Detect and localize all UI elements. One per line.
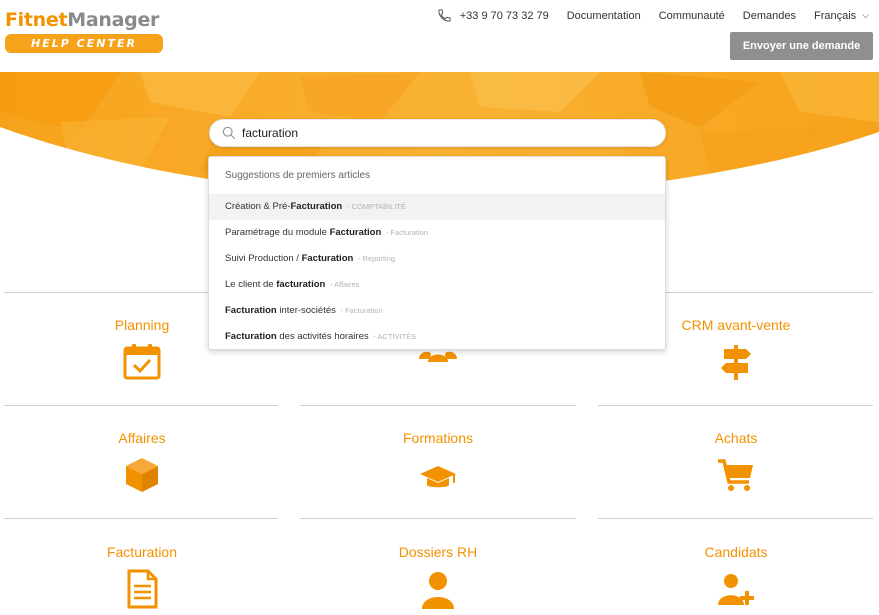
search-bar[interactable] — [209, 119, 666, 147]
suggestion-match: Facturation — [290, 201, 343, 212]
divider — [598, 405, 873, 406]
send-request-button[interactable]: Envoyer une demande — [730, 32, 873, 60]
suggestion-item[interactable]: Suivi Production / Facturation - Reporti… — [209, 246, 665, 272]
category-facturation[interactable]: Facturation — [4, 544, 280, 609]
category-dossiers-rh[interactable]: Dossiers RH — [300, 544, 576, 609]
nav-requests[interactable]: Demandes — [743, 10, 796, 22]
signpost-icon — [721, 345, 751, 380]
suggestion-match: facturation — [276, 279, 326, 290]
suggestion-category: - Affaires — [329, 280, 360, 289]
suggestion-text: inter-sociétés — [276, 305, 336, 316]
nav-community[interactable]: Communauté — [659, 10, 725, 22]
suggestion-item[interactable]: Paramétrage du module Facturation - Fact… — [209, 220, 665, 246]
user-icon — [422, 572, 454, 609]
suggestion-category: - COMPTABILITÉ — [346, 202, 406, 211]
cube-icon — [126, 458, 158, 492]
nav-documentation[interactable]: Documentation — [567, 10, 641, 22]
suggestion-match: Facturation — [301, 253, 354, 264]
divider — [598, 518, 873, 519]
divider — [300, 518, 576, 519]
suggestion-match: Facturation — [225, 331, 277, 342]
chevron-down-icon: ⌵ — [862, 10, 869, 20]
phone-number: +33 9 70 73 32 79 — [459, 9, 549, 22]
divider — [300, 405, 576, 406]
suggestion-category: - ACTIVITÉS — [373, 332, 417, 341]
logo-part2: Manager — [67, 9, 160, 31]
category-title: Facturation — [106, 544, 178, 560]
logo[interactable]: FitnetManager HELP CENTER — [5, 9, 163, 53]
document-icon — [127, 569, 158, 609]
suggestions-dropdown: Suggestions de premiers articles Créatio… — [208, 156, 666, 350]
suggestion-category: - Reporting — [357, 254, 396, 263]
language-label: Français — [813, 9, 857, 22]
suggestion-match: Facturation — [225, 305, 277, 316]
calendar-check-icon — [123, 344, 161, 380]
suggestion-item[interactable]: Création & Pré-Facturation - COMPTABILIT… — [209, 194, 665, 220]
divider — [4, 518, 278, 519]
suggestion-text: Le client de — [225, 279, 277, 290]
category-achats[interactable]: Achats — [598, 430, 874, 495]
category-title: Affaires — [118, 430, 166, 446]
suggestion-text: Création & Pré- — [225, 201, 291, 212]
category-title: Achats — [714, 430, 758, 446]
suggestion-item[interactable]: Le client de facturation - Affaires — [209, 272, 665, 298]
suggestion-match: Facturation — [329, 227, 382, 238]
category-title: Formations — [402, 430, 474, 446]
suggestion-item[interactable]: Facturation inter-sociétés - Facturation — [209, 298, 665, 324]
phone-icon — [438, 9, 451, 22]
suggestions-title: Suggestions de premiers articles — [225, 170, 371, 181]
language-selector[interactable]: Français ⌵ — [814, 10, 869, 22]
search-icon — [222, 126, 236, 140]
suggestion-category: - Facturation — [385, 228, 429, 237]
divider — [4, 405, 278, 406]
category-candidats[interactable]: Candidats — [598, 544, 874, 609]
logo-badge: HELP CENTER — [5, 34, 163, 53]
category-formations[interactable]: Formations — [300, 430, 576, 495]
category-title: Dossiers RH — [398, 544, 478, 560]
shopping-cart-icon — [718, 459, 753, 491]
category-affaires[interactable]: Affaires — [4, 430, 280, 495]
top-nav: +33 9 70 73 32 79 Documentation Communau… — [419, 8, 869, 23]
user-plus-icon — [718, 574, 754, 605]
phone-contact[interactable]: +33 9 70 73 32 79 — [437, 8, 549, 23]
logo-part1: Fitnet — [5, 9, 68, 31]
suggestion-text: Suivi Production / — [225, 253, 302, 264]
suggestion-text: des activités horaires — [276, 331, 369, 342]
logo-text: FitnetManager — [5, 9, 163, 31]
suggestion-category: - Facturation — [340, 306, 383, 315]
category-title: Candidats — [704, 544, 768, 560]
suggestion-item[interactable]: Facturation des activités horaires - ACT… — [209, 324, 665, 350]
header: FitnetManager HELP CENTER +33 9 70 73 32… — [0, 0, 879, 72]
suggestion-text: Paramétrage du module — [225, 227, 330, 238]
search-input[interactable] — [242, 126, 622, 140]
graduation-cap-icon — [420, 466, 456, 488]
